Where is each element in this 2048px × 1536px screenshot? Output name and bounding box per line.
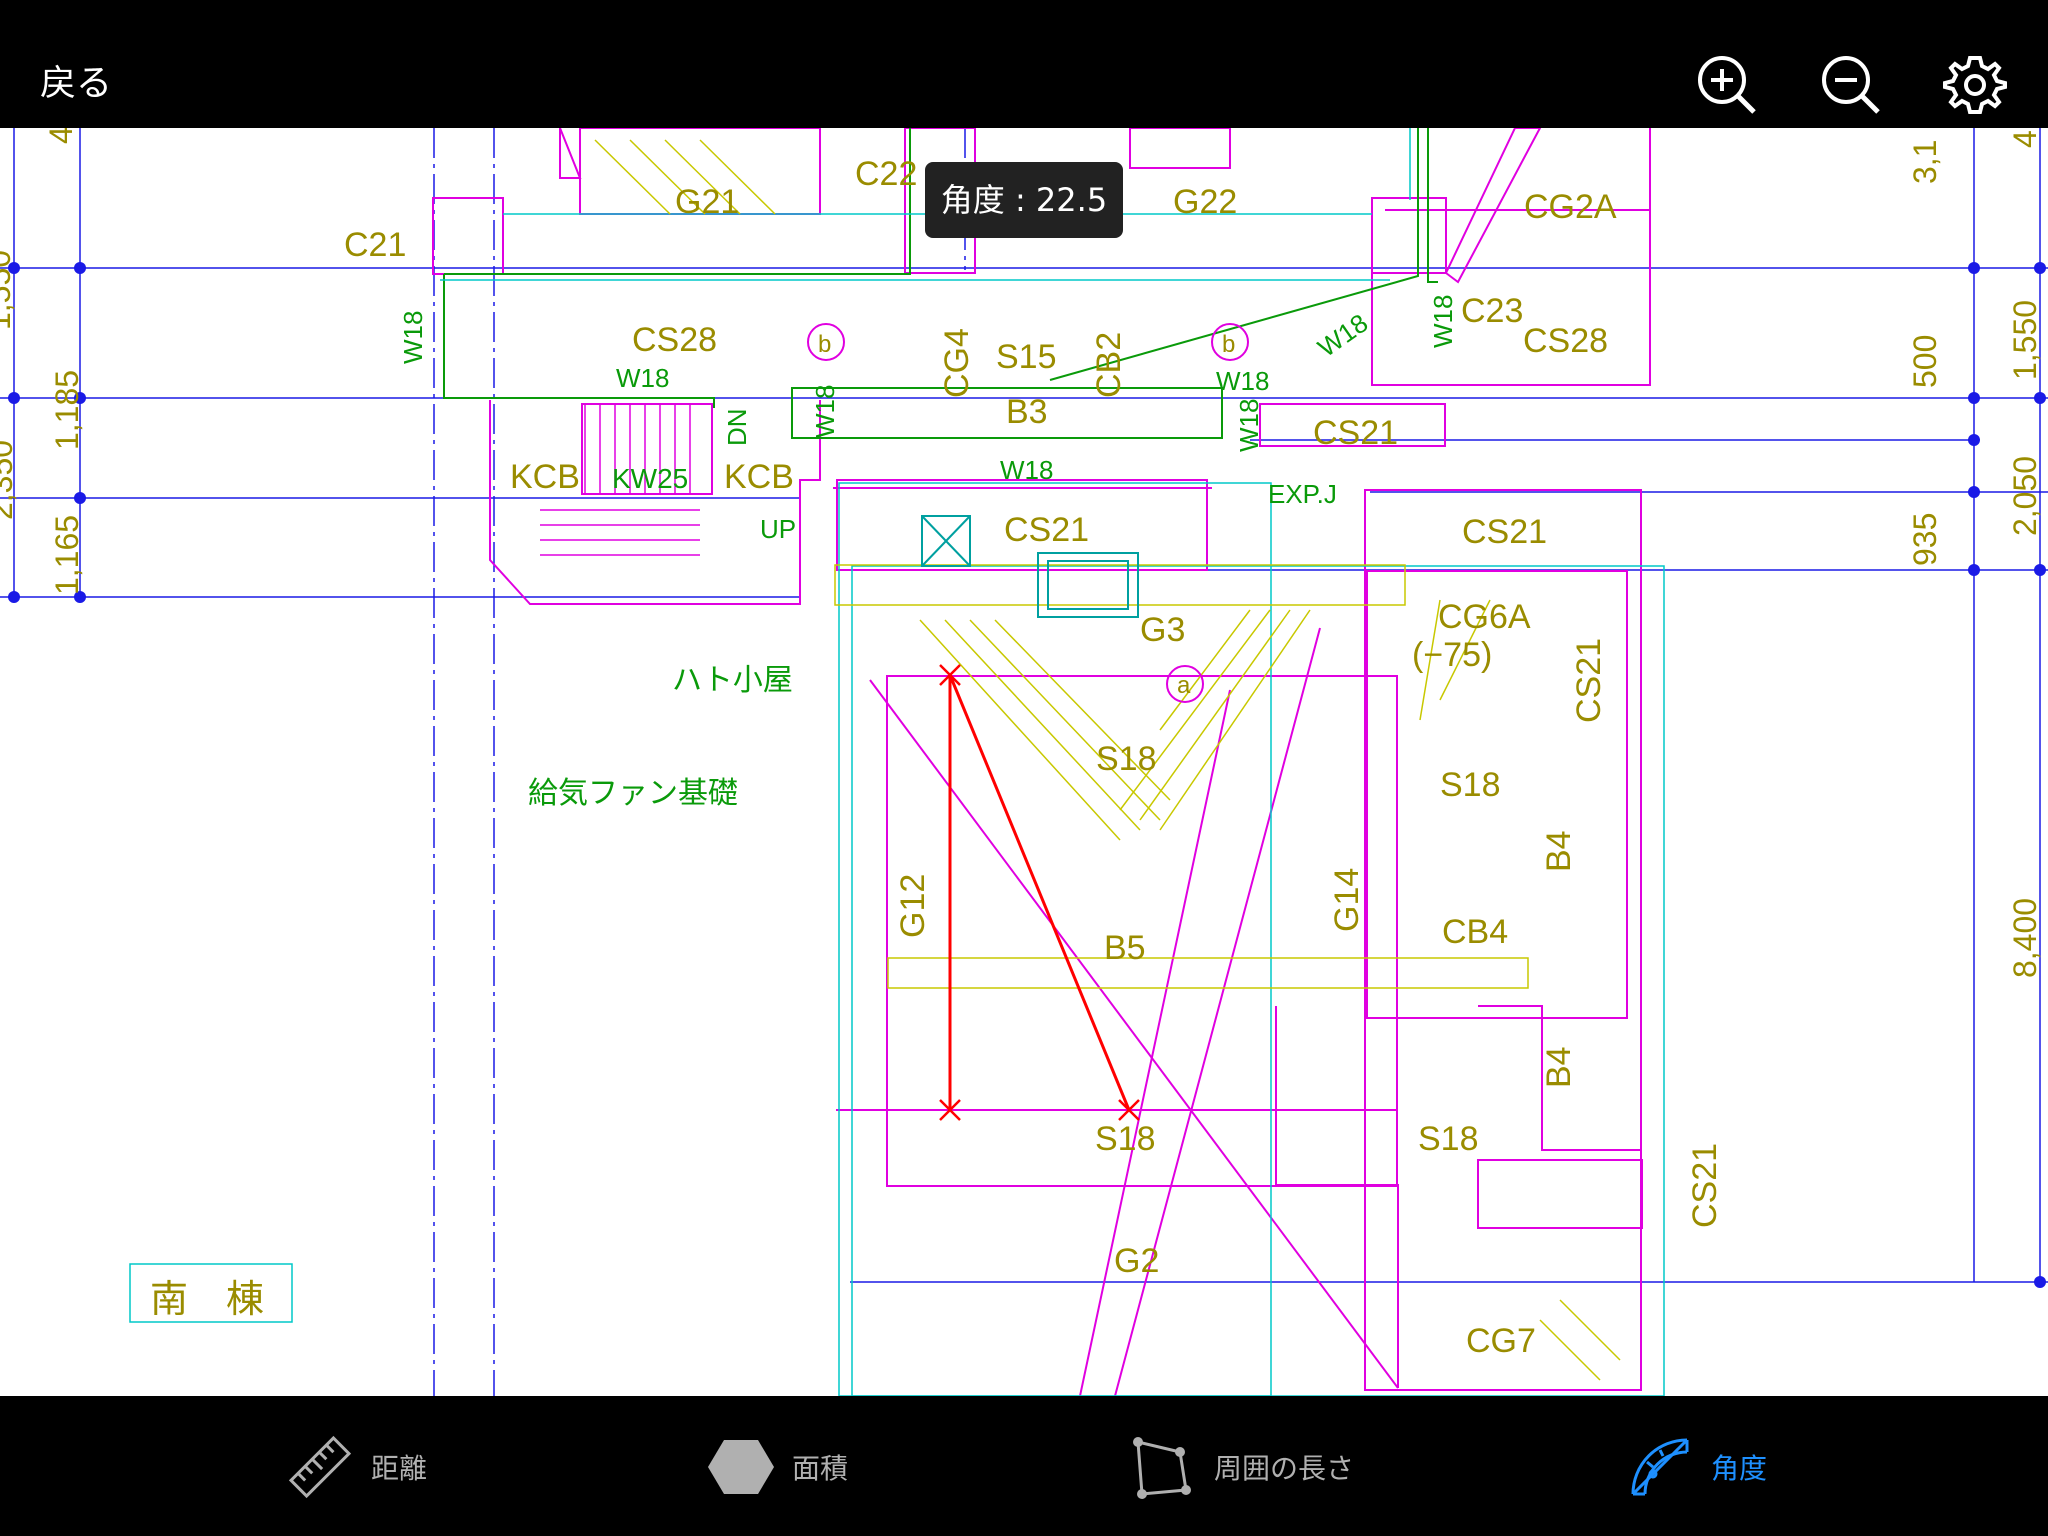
drawing-label: G14 [1328, 868, 1366, 932]
drawing-label: S18 [1095, 1120, 1156, 1158]
zoom-out-icon[interactable] [1816, 50, 1886, 120]
top-toolbar: 戻る [0, 0, 2048, 128]
zoom-in-icon[interactable] [1692, 50, 1762, 120]
drawing-label: 4 [2007, 130, 2043, 148]
drawing-label: W18 [1000, 455, 1053, 485]
polygon-icon [1133, 1437, 1191, 1499]
drawing-label: CS28 [632, 321, 717, 359]
hexagon-icon [708, 1440, 774, 1494]
drawing-label: G3 [1140, 611, 1185, 649]
drawing-label: W18 [810, 385, 840, 438]
drawing-label: W18 [1216, 366, 1269, 396]
drawing-label: 1,185 [49, 370, 85, 450]
drawing-label: B4 [1540, 830, 1578, 872]
drawing-label: CS21 [1004, 511, 1089, 549]
drawing-label: a [1177, 672, 1191, 699]
drawing-label: UP [760, 514, 796, 544]
back-button[interactable]: 戻る [40, 58, 112, 110]
drawing-label: B4 [1540, 1046, 1578, 1088]
drawing-label: C21 [344, 226, 406, 264]
drawing-label: C23 [1461, 292, 1523, 330]
building-label: 南 棟 [150, 1279, 264, 1321]
drawing-label: 給気ファン基礎 [528, 777, 738, 810]
drawing-label: G21 [675, 183, 739, 221]
drawing-label: 2,350 [0, 440, 19, 520]
drawing-label: CG7 [1466, 1322, 1536, 1360]
drawing-label: b [818, 331, 831, 358]
tab-label: 角度 [1711, 1452, 1768, 1485]
drawing-label: 935 [1907, 513, 1943, 566]
tab-label: 距離 [371, 1452, 428, 1485]
drawing-canvas[interactable]: C21G21C22G22 CG2AC23CS28 CS28S15CG4 CB2B3W1… [0, 128, 2048, 1396]
drawing-label: S18 [1418, 1120, 1479, 1158]
drawing-label: b [1222, 331, 1235, 358]
drawing-label: S15 [996, 338, 1057, 376]
drawing-label: CB4 [1442, 913, 1508, 951]
drawing-label: S18 [1096, 740, 1157, 778]
drawing-label: C22 [855, 155, 917, 193]
drawing-label: CG6A [1438, 598, 1531, 636]
drawing-label: EXP.J [1268, 479, 1337, 509]
drawing-label: CS21 [1462, 513, 1547, 551]
drawing-label: CB2 [1090, 332, 1128, 398]
ruler-icon [288, 1435, 352, 1499]
drawing-label: KW25 [612, 463, 688, 494]
drawing-label: DN [722, 408, 752, 446]
drawing-label: G22 [1173, 183, 1237, 221]
drawing-label: 2,050 [2007, 456, 2043, 536]
drawing-label: B3 [1006, 393, 1048, 431]
drawing-label: B5 [1104, 929, 1146, 967]
tab-area[interactable]: 面積 [706, 1432, 848, 1502]
drawing-label: G12 [894, 874, 932, 938]
tab-distance[interactable]: 距離 [285, 1432, 427, 1502]
drawing-label: 500 [1907, 335, 1943, 388]
drawing-label: 3,1 [1907, 140, 1943, 184]
drawing-label: W18 [1428, 295, 1458, 348]
drawing-label: 1,165 [49, 515, 85, 595]
tab-label: 周囲の長さ [1214, 1452, 1355, 1485]
drawing-label: W18 [616, 363, 669, 393]
drawing-label: 4 [43, 128, 79, 144]
drawing-label: KCB [510, 458, 580, 496]
tab-perimeter[interactable]: 周囲の長さ [1128, 1432, 1354, 1502]
drawing-label: CG2A [1524, 188, 1617, 226]
tab-label: 面積 [792, 1452, 849, 1485]
drawing-label: CG4 [938, 328, 976, 398]
drawing-label: KCB [724, 458, 794, 496]
drawing-label: 1,550 [2007, 300, 2043, 380]
tab-angle[interactable]: 角度 [1625, 1432, 1767, 1502]
drawing-label: CS21 [1686, 1143, 1724, 1228]
drawing-label: CS21 [1313, 414, 1398, 452]
drawing-label: ハト小屋 [672, 664, 793, 697]
measure-tab-bar: 距離 面積 周囲の長さ 角度 [0, 1396, 2048, 1536]
drawing-label: G2 [1114, 1242, 1159, 1280]
drawing-label: W18 [398, 311, 428, 364]
drawing-label: W18 [1234, 399, 1264, 452]
drawing-label: (−75) [1412, 636, 1492, 674]
drawing-label: S18 [1440, 766, 1501, 804]
drawing-label: 1,550 [0, 250, 17, 330]
drawing-label: CS21 [1570, 638, 1608, 723]
protractor-icon [1631, 1438, 1689, 1496]
gear-icon[interactable] [1940, 50, 2010, 120]
angle-tooltip: 角度 : 22.5 [925, 162, 1123, 238]
drawing-label: 8,400 [2007, 898, 2043, 978]
drawing-label: CS28 [1523, 322, 1608, 360]
